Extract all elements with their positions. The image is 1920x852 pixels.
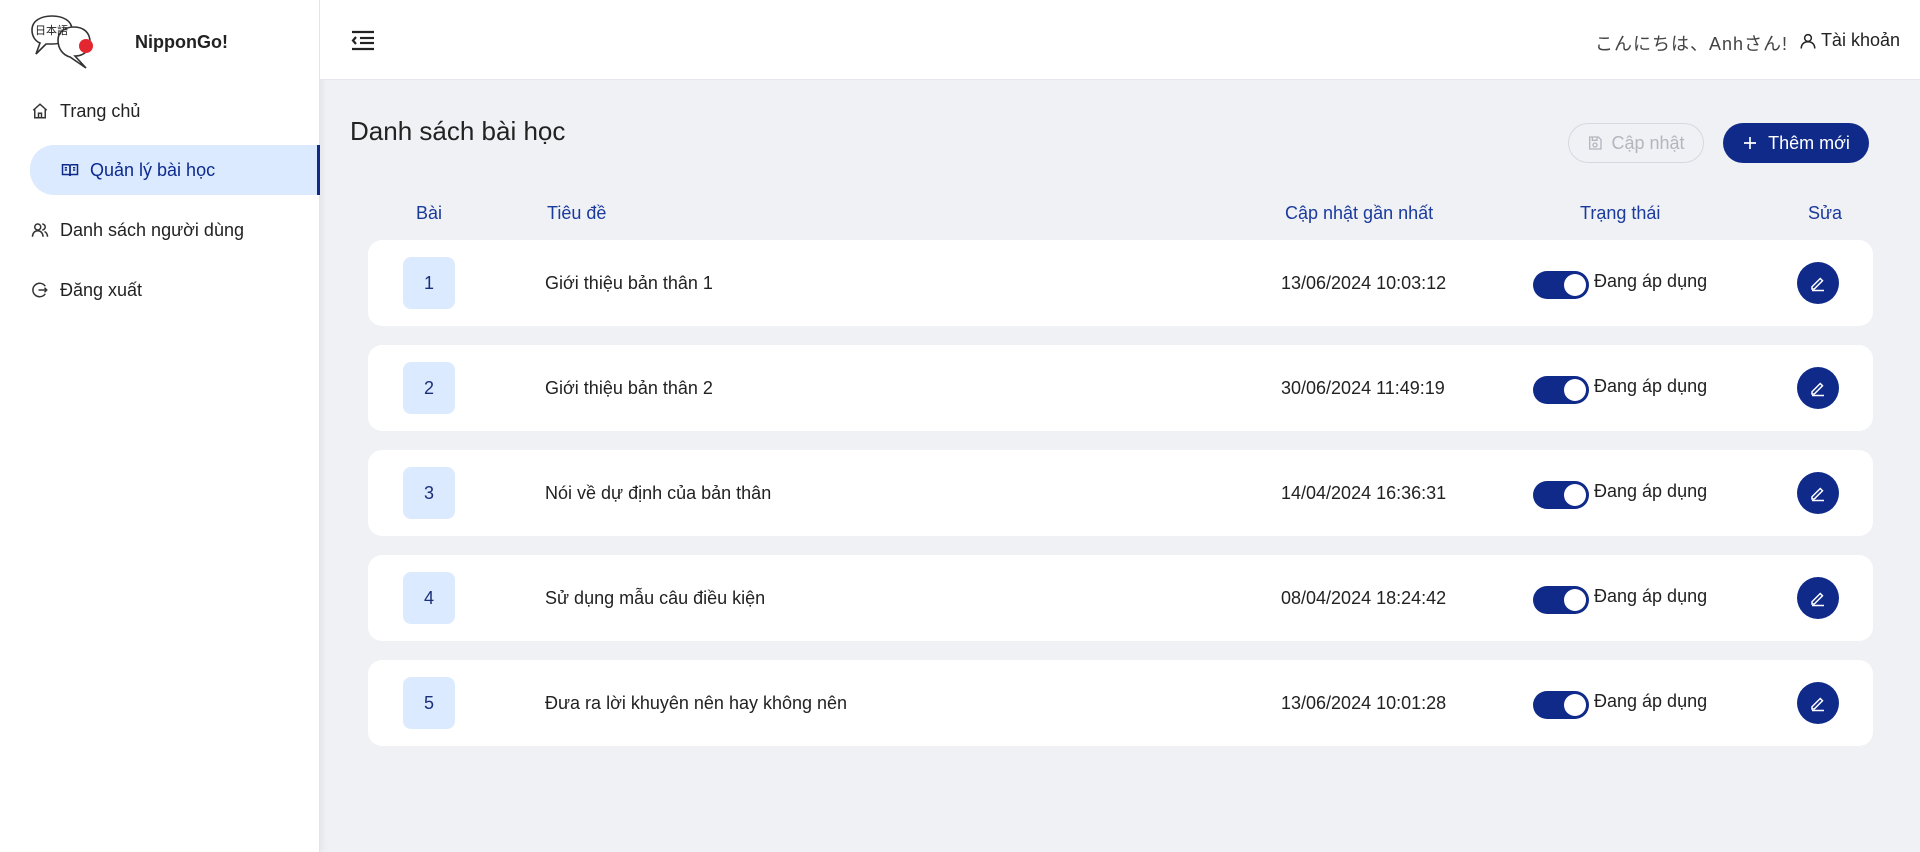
table-row: 4 Sử dụng mẫu câu điều kiện 08/04/2024 1…	[368, 555, 1873, 641]
update-label: Cập nhật	[1611, 132, 1685, 153]
add-button[interactable]: Thêm mới	[1723, 123, 1869, 163]
lesson-updated: 08/04/2024 18:24:42	[1281, 588, 1447, 608]
brand-name: NipponGo!	[135, 32, 228, 52]
column-header-status: Trạng thái	[1580, 203, 1661, 223]
lesson-number: 2	[403, 362, 455, 414]
status-toggle[interactable]	[1533, 586, 1589, 614]
menu-toggle-icon[interactable]	[350, 28, 376, 52]
status-label: Đang áp dụng	[1594, 586, 1708, 606]
logo-text: 日本語	[35, 23, 68, 37]
lesson-title: Sử dụng mẫu câu điều kiện	[545, 588, 766, 608]
logout-icon	[30, 280, 50, 300]
table-row: 2 Giới thiệu bản thân 2 30/06/2024 11:49…	[368, 345, 1873, 431]
pencil-icon	[1811, 697, 1824, 712]
lesson-updated: 14/04/2024 16:36:31	[1281, 483, 1447, 503]
account-label: Tài khoản	[1820, 30, 1900, 50]
lesson-number: 1	[403, 257, 455, 309]
status-label: Đang áp dụng	[1594, 691, 1708, 711]
status-toggle[interactable]	[1533, 481, 1589, 509]
pencil-icon	[1811, 487, 1824, 502]
lesson-number: 4	[403, 572, 455, 624]
add-label: Thêm mới	[1768, 132, 1850, 153]
lesson-title: Giới thiệu bản thân 2	[545, 378, 713, 398]
toggle-knob	[1564, 589, 1586, 611]
book-icon	[60, 160, 80, 180]
table-row: 5 Đưa ra lời khuyên nên hay không nên 13…	[368, 660, 1873, 746]
toggle-knob	[1564, 694, 1586, 716]
lesson-updated: 30/06/2024 11:49:19	[1281, 378, 1445, 398]
account-button[interactable]: Tài khoản	[1799, 30, 1900, 51]
edit-button[interactable]	[1797, 682, 1839, 724]
column-header-title: Tiêu đề	[547, 203, 607, 223]
column-header-edit: Sửa	[1808, 203, 1843, 223]
toggle-knob	[1564, 379, 1586, 401]
sidebar-item-home[interactable]: Trang chủ	[0, 86, 320, 136]
sidebar-item-label: Danh sách người dùng	[60, 219, 244, 240]
lesson-title: Nói về dự định của bản thân	[545, 483, 772, 503]
status-toggle[interactable]	[1533, 376, 1589, 404]
column-header-updated: Cập nhật gần nhất	[1285, 203, 1434, 223]
top-bar: こんにちは、Anhさん! Tài khoản	[320, 0, 1920, 80]
table-row: 3 Nói về dự định của bản thân 14/04/2024…	[368, 450, 1873, 536]
page-title: Danh sách bài học	[350, 116, 566, 146]
user-icon	[1800, 33, 1816, 49]
save-icon	[1589, 136, 1603, 150]
sidebar-item-label: Đăng xuất	[60, 279, 143, 300]
pencil-icon	[1811, 592, 1824, 607]
lesson-updated: 13/06/2024 10:03:12	[1281, 273, 1447, 293]
edit-button[interactable]	[1797, 367, 1839, 409]
plus-icon	[1744, 137, 1757, 149]
edit-button[interactable]	[1797, 472, 1839, 514]
sidebar-item-lessons[interactable]: Quản lý bài học	[30, 145, 320, 195]
lesson-number: 5	[403, 677, 455, 729]
logo: 日本語	[31, 15, 93, 69]
edit-button[interactable]	[1797, 262, 1839, 304]
lesson-number: 3	[403, 467, 455, 519]
pencil-icon	[1811, 382, 1824, 397]
lesson-title: Giới thiệu bản thân 1	[545, 273, 713, 293]
sidebar-item-users[interactable]: Danh sách người dùng	[0, 205, 320, 255]
lesson-updated: 13/06/2024 10:01:28	[1281, 693, 1447, 713]
lesson-title: Đưa ra lời khuyên nên hay không nên	[545, 693, 848, 713]
status-label: Đang áp dụng	[1594, 271, 1708, 291]
greeting: こんにちは、Anhさん!	[1594, 34, 1788, 54]
column-header-lesson: Bài	[416, 203, 443, 223]
status-toggle[interactable]	[1533, 691, 1589, 719]
home-icon	[30, 101, 50, 121]
sidebar-item-label: Quản lý bài học	[90, 159, 216, 180]
status-toggle[interactable]	[1533, 271, 1589, 299]
pencil-icon	[1811, 277, 1824, 292]
users-icon	[30, 220, 50, 240]
toggle-knob	[1564, 274, 1586, 296]
table-row: 1 Giới thiệu bản thân 1 13/06/2024 10:03…	[368, 240, 1873, 326]
sidebar-item-label: Trang chủ	[60, 100, 141, 121]
edit-button[interactable]	[1797, 577, 1839, 619]
sidebar: 日本語 NipponGo! Trang chủ Quản lý bài học …	[0, 0, 320, 852]
sidebar-item-logout[interactable]: Đăng xuất	[0, 265, 320, 315]
status-label: Đang áp dụng	[1594, 481, 1708, 501]
update-button[interactable]: Cập nhật	[1568, 123, 1704, 163]
status-label: Đang áp dụng	[1594, 376, 1708, 396]
toggle-knob	[1564, 484, 1586, 506]
